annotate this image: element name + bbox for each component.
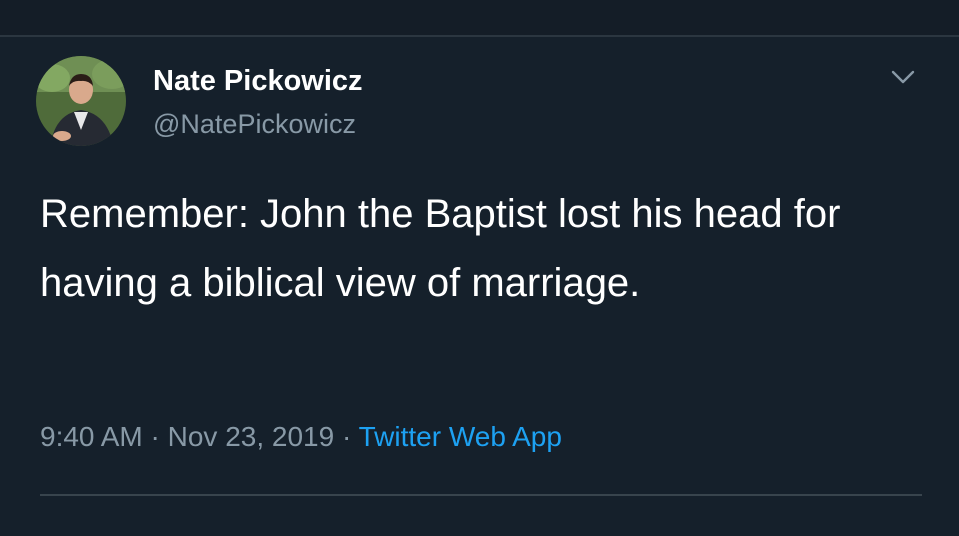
tweet-meta: 9:40 AM · Nov 23, 2019 · Twitter Web App (40, 420, 562, 454)
avatar-image (36, 56, 126, 146)
tweet-card: Nate Pickowicz @NatePickowicz Remember: … (0, 37, 959, 536)
tweet-date[interactable]: Nov 23, 2019 (168, 421, 335, 452)
author-display-name[interactable]: Nate Pickowicz (153, 64, 363, 98)
chevron-down-icon[interactable] (888, 64, 918, 90)
meta-separator: · (334, 421, 359, 452)
top-strip (0, 0, 959, 36)
author-handle[interactable]: @NatePickowicz (153, 108, 356, 140)
meta-separator: · (142, 421, 168, 452)
bottom-divider (40, 494, 922, 496)
tweet-time[interactable]: 9:40 AM (40, 421, 143, 452)
author-avatar[interactable] (36, 56, 126, 146)
tweet-text: Remember: John the Baptist lost his head… (40, 192, 841, 305)
tweet-source-link[interactable]: Twitter Web App (359, 421, 562, 452)
